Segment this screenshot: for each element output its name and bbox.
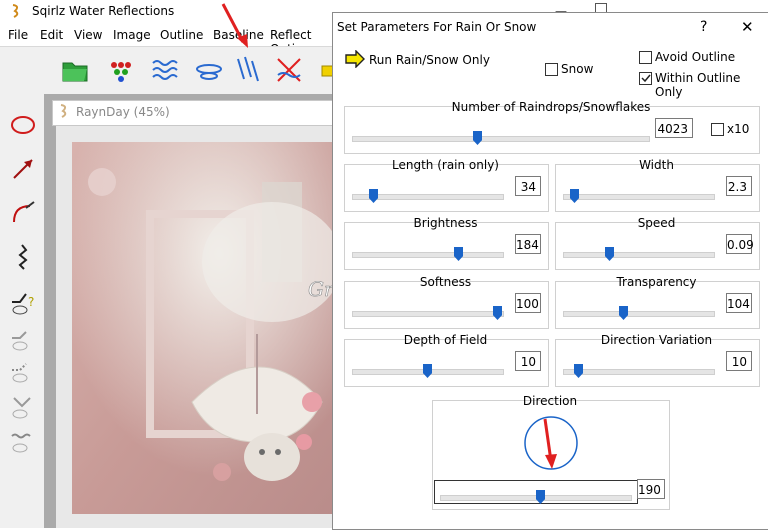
raindrops-track[interactable] [352,136,650,142]
run-mode-label[interactable]: Run Rain/Snow Only [369,53,490,67]
checkmark-icon [641,74,651,83]
depth-label: Depth of Field [403,333,488,347]
x10-label: x10 [727,122,750,136]
rain-icon[interactable] [230,53,264,87]
photo-image [72,142,340,514]
dirvar-track[interactable] [563,369,715,375]
left-toolbar: ? [0,94,45,528]
menu-edit[interactable]: Edit [40,28,63,42]
menu-image[interactable]: Image [113,28,151,42]
baseline-tool-4-icon[interactable] [8,392,38,422]
clear-effect-icon[interactable] [272,53,306,87]
depth-value[interactable]: 10 [515,351,541,371]
brightness-value[interactable]: 184 [515,234,541,254]
document-logo-icon [58,103,70,119]
within-outline-label: Within Outline Only [655,71,741,99]
width-track[interactable] [563,194,715,200]
width-label: Width [639,158,674,172]
baseline-tool-2-icon[interactable] [8,326,38,356]
dirvar-label: Direction Variation [600,333,713,347]
dialog-close-button[interactable]: ✕ [741,18,754,36]
svg-text:?: ? [28,295,34,309]
dialog-help-button[interactable]: ? [700,19,707,35]
raindrops-label: Number of Raindrops/Snowflakes [451,100,651,114]
waves-icon[interactable] [150,53,184,87]
brightness-track[interactable] [352,252,504,258]
menu-file[interactable]: File [8,28,28,42]
menu-view[interactable]: View [74,28,102,42]
baseline-tool-5-icon[interactable] [8,428,38,458]
document-zoom: (45%) [133,105,170,119]
menu-bar: File Edit View Image Outline Baseline Re… [0,24,340,56]
open-folder-icon[interactable] [58,53,92,87]
length-value[interactable]: 34 [515,176,541,196]
ellipse-tool-icon[interactable] [8,110,38,140]
ripple-icon[interactable] [192,53,226,87]
x10-checkbox[interactable] [711,123,724,136]
color-dots-icon[interactable] [104,53,138,87]
width-value[interactable]: 2.3 [726,176,752,196]
main-toolbar [0,46,340,96]
app-logo-icon [10,3,24,19]
document-name: RaynDay [76,105,130,119]
direction-dial[interactable] [523,415,579,471]
baseline-tool-3-icon[interactable] [8,358,38,388]
direction-label: Direction [522,394,578,408]
softness-label: Softness [419,275,472,289]
raindrops-value[interactable]: 4023 [655,118,693,138]
zigzag-tool-icon[interactable] [8,242,38,272]
within-outline-checkbox[interactable] [639,72,652,85]
annotation-arrow-icon [215,0,255,52]
baseline-help-icon[interactable]: ? [8,288,38,318]
dirvar-value[interactable]: 10 [726,351,752,371]
speed-value[interactable]: 0.09 [726,234,754,254]
curve-tool-icon[interactable] [8,198,38,228]
softness-track[interactable] [352,311,504,317]
length-label: Length (rain only) [392,158,499,172]
speed-label: Speed [637,216,676,230]
menu-outline[interactable]: Outline [160,28,203,42]
app-title: Sqirlz Water Reflections [32,4,175,18]
run-mode-arrow-icon [344,49,366,69]
softness-value[interactable]: 100 [515,293,541,313]
document-title: RaynDay (45%) [76,105,170,119]
snow-label: Snow [561,62,594,76]
transparency-track[interactable] [563,311,715,317]
speed-track[interactable] [563,252,715,258]
brightness-label: Brightness [413,216,478,230]
line-arrow-tool-icon[interactable] [8,154,38,184]
direction-value[interactable]: 190 [637,479,665,499]
transparency-label: Transparency [616,275,697,289]
avoid-outline-checkbox[interactable] [639,51,652,64]
avoid-outline-label: Avoid Outline [655,50,736,64]
transparency-value[interactable]: 104 [726,293,752,313]
dialog-title: Set Parameters For Rain Or Snow [337,20,537,34]
snow-checkbox[interactable] [545,63,558,76]
